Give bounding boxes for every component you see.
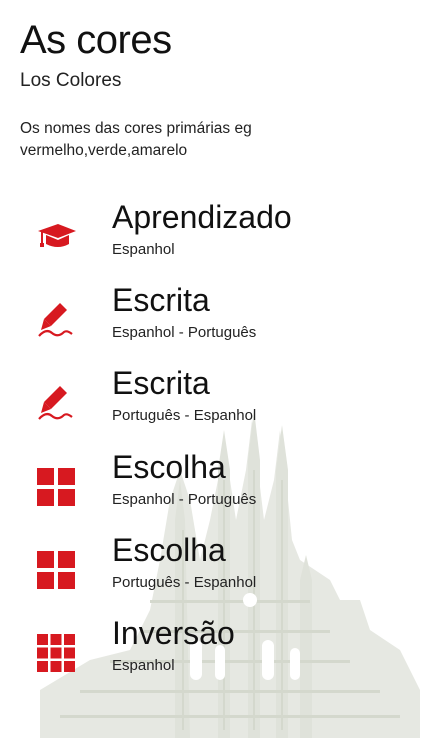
menu-item-title: Escolha <box>112 532 226 568</box>
menu-item-subtitle: Espanhol <box>112 241 175 258</box>
menu-item-escrita-pt-es[interactable]: Escrita Português - Espanhol <box>0 361 443 441</box>
menu-item-title: Escolha <box>112 449 226 485</box>
page-title: As cores <box>20 18 172 62</box>
menu-item-title: Escrita <box>112 282 210 318</box>
menu-item-subtitle: Espanhol - Português <box>112 324 257 341</box>
menu-item-title: Aprendizado <box>112 199 292 235</box>
menu-item-aprendizado[interactable]: Aprendizado Espanhol <box>0 195 443 275</box>
menu-item-title: Escrita <box>112 365 210 401</box>
menu-item-escolha-pt-es[interactable]: Escolha Português - Espanhol <box>0 528 443 608</box>
page-subtitle: Los Colores <box>20 70 122 91</box>
menu-item-escolha-es-pt[interactable]: Escolha Espanhol - Português <box>0 445 443 525</box>
page-description: Os nomes das cores primárias eg vermelho… <box>20 120 252 159</box>
pen-writing-icon <box>36 300 76 340</box>
nine-squares-icon <box>36 633 76 673</box>
graduation-cap-icon <box>36 217 76 257</box>
four-squares-icon <box>36 550 76 590</box>
menu-item-inversao[interactable]: Inversão Espanhol <box>0 611 443 691</box>
menu-item-subtitle: Espanhol - Português <box>112 491 257 508</box>
pen-writing-icon <box>36 383 76 423</box>
menu-item-subtitle: Português - Espanhol <box>112 574 257 591</box>
menu-item-escrita-es-pt[interactable]: Escrita Espanhol - Português <box>0 278 443 358</box>
four-squares-icon <box>36 467 76 507</box>
menu-item-subtitle: Espanhol <box>112 657 175 674</box>
menu-item-subtitle: Português - Espanhol <box>112 407 257 424</box>
menu-item-title: Inversão <box>112 615 235 651</box>
